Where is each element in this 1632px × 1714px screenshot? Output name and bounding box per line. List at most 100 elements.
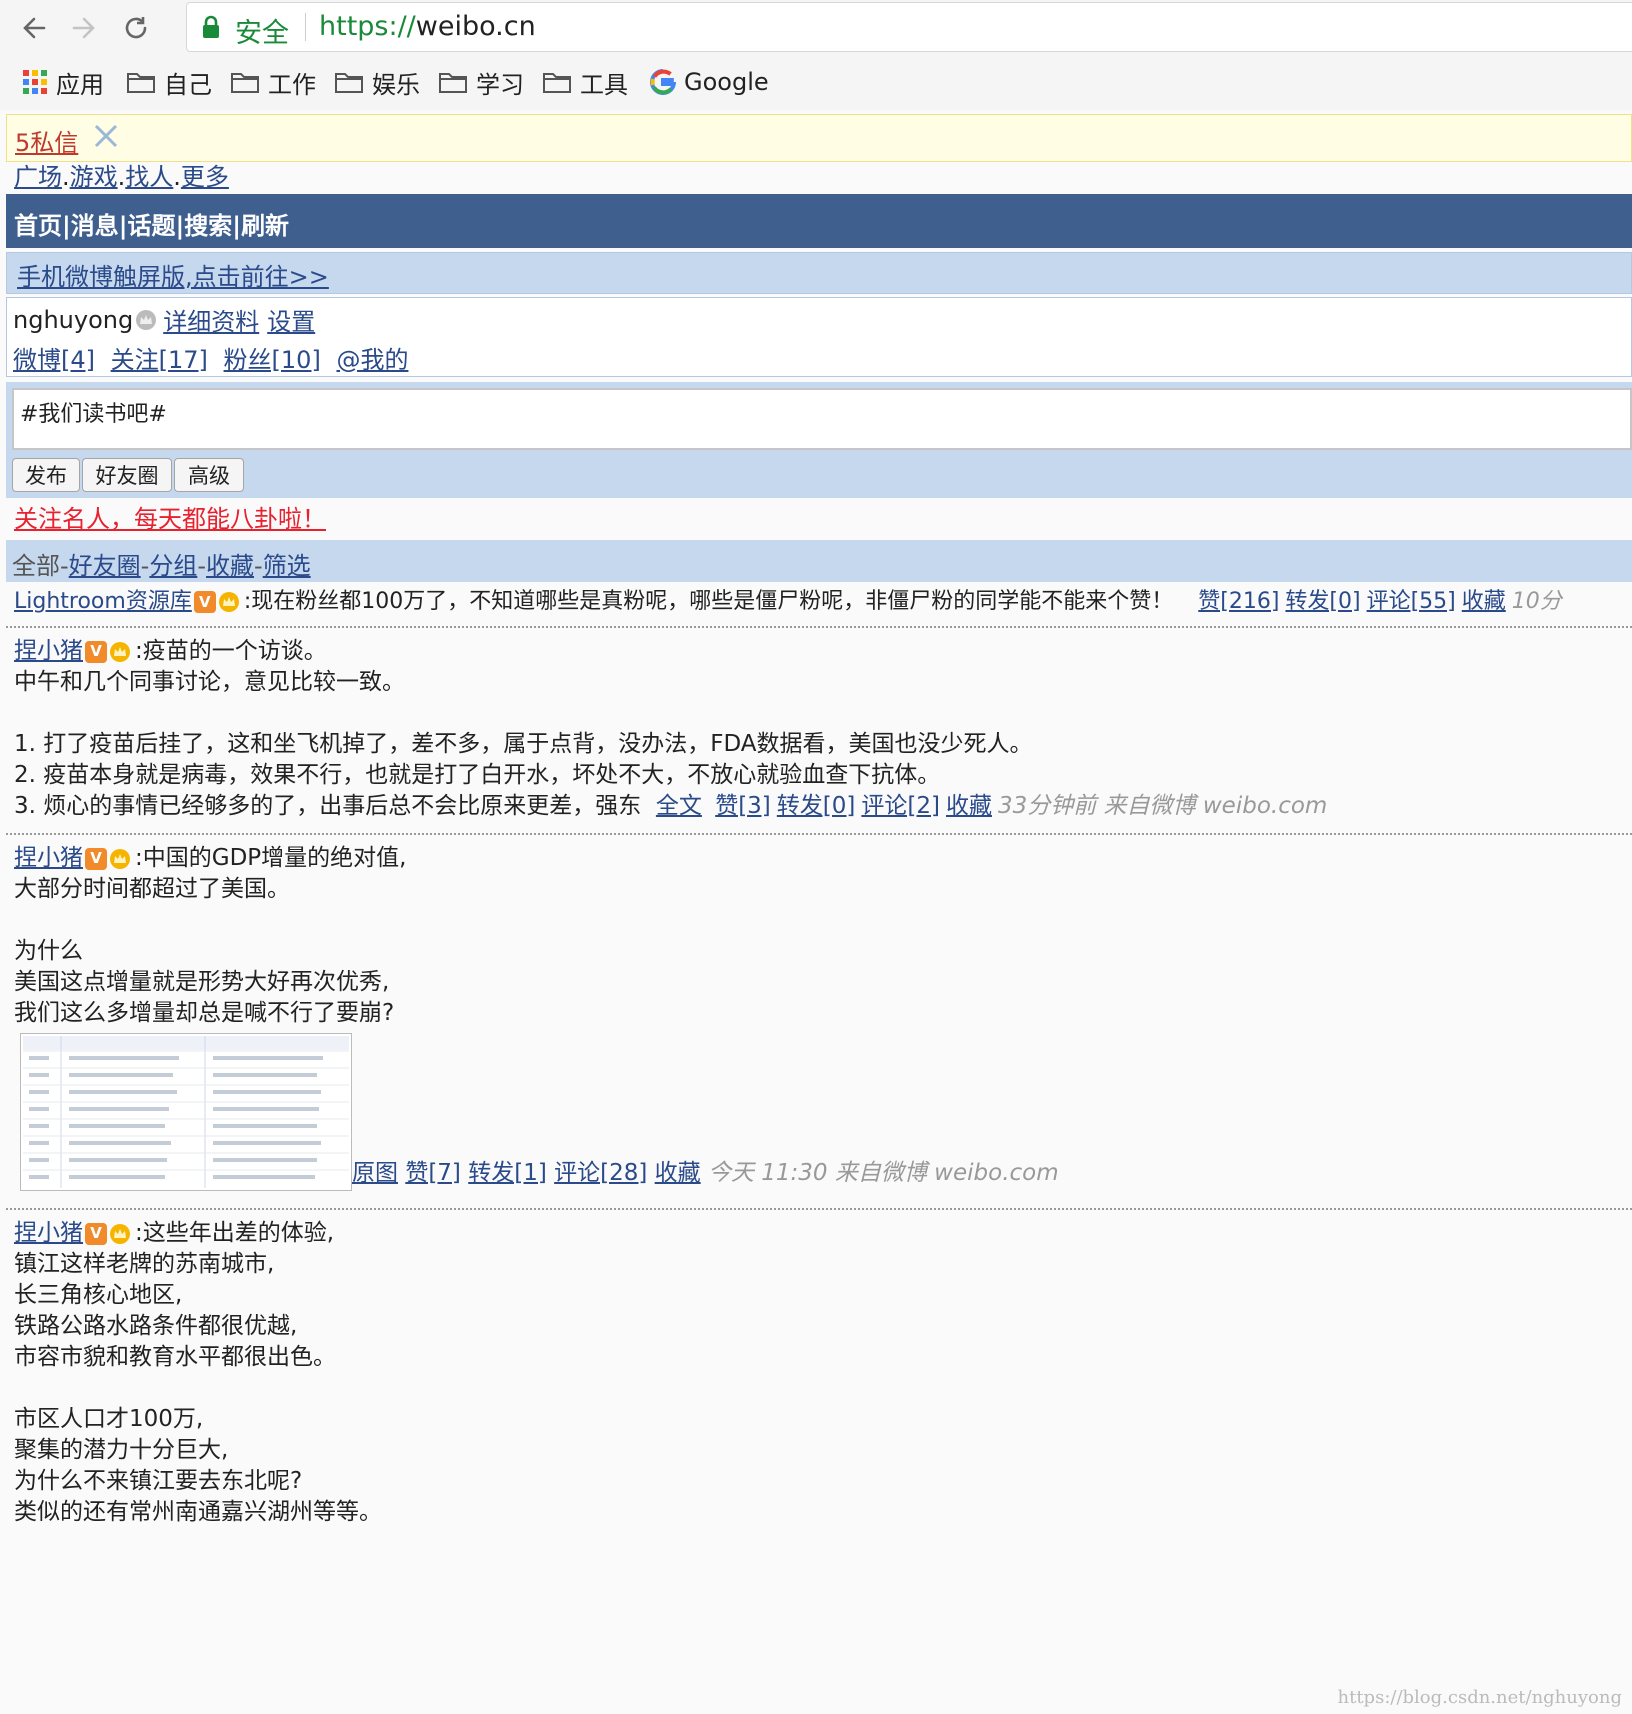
post-badges: V xyxy=(85,847,131,870)
filter-screen[interactable]: 筛选 xyxy=(263,552,311,580)
main-nav-bar: 首页|消息|话题|搜索|刷新 xyxy=(6,194,1632,248)
feed-item: 捏小猪 V:疫苗的一个访谈。 中午和几个同事讨论，意见比较一致。 1. 打了疫苗后… xyxy=(6,636,1632,822)
post-body: 捏小猪 V:疫苗的一个访谈。 中午和几个同事讨论，意见比较一致。 1. 打了疫苗后… xyxy=(6,636,1632,822)
profile-detail-link[interactable]: 详细资料 xyxy=(163,302,259,337)
private-message-link[interactable]: 5私信 xyxy=(15,123,78,158)
filter-groups[interactable]: 分组 xyxy=(149,552,197,580)
post-actions: 赞[216] 转发[0] 评论[55] 收藏 xyxy=(1198,589,1512,614)
feed-divider xyxy=(6,833,1632,835)
favorite-link[interactable]: 收藏 xyxy=(946,793,992,819)
folder-icon xyxy=(439,73,467,93)
url-scheme: https:// xyxy=(319,11,416,42)
nav-link-square[interactable]: 广场 xyxy=(14,163,62,191)
nav-link-more[interactable]: 更多 xyxy=(181,163,229,191)
comment-link[interactable]: 评论[2] xyxy=(861,793,940,819)
bookmark-label: 自己 xyxy=(164,70,212,99)
post-actions: 全文 赞[3] 转发[0] 评论[2] 收藏 xyxy=(656,793,998,819)
repost-link[interactable]: 转发[0] xyxy=(777,793,856,819)
close-icon[interactable] xyxy=(91,119,121,153)
stat-following-link[interactable]: 关注[17] xyxy=(111,346,208,374)
comment-link[interactable]: 评论[55] xyxy=(1367,589,1456,614)
post-author-link[interactable]: Lightroom资源库 xyxy=(14,589,192,614)
bookmark-label: 工具 xyxy=(580,70,628,99)
feed-divider xyxy=(6,626,1632,628)
original-image-link[interactable]: 原图 xyxy=(352,1160,398,1186)
repost-link[interactable]: 转发[0] xyxy=(1285,589,1360,614)
full-text-link[interactable]: 全文 xyxy=(656,793,702,819)
browser-chrome: 安全 https://weibo.cn 应用 自己 工作 娱乐 学习 工具 Go… xyxy=(0,0,1632,111)
crown-icon xyxy=(110,641,130,662)
friend-circle-button[interactable]: 好友圈 xyxy=(82,458,172,492)
bookmark-folder-entertainment[interactable]: 娱乐 xyxy=(334,64,420,100)
arrow-left-icon xyxy=(23,17,46,39)
post-line: 我们这么多增量却总是喊不行了要崩? xyxy=(14,1000,395,1026)
nav-sep: | xyxy=(62,212,71,240)
settings-link[interactable]: 设置 xyxy=(267,302,315,337)
nav-search[interactable]: 搜索 xyxy=(184,212,232,240)
reload-button[interactable] xyxy=(116,8,156,48)
filter-sep: - xyxy=(197,552,207,580)
post-line: 美国这点增量就是形势大好再次优秀, xyxy=(14,969,390,995)
verified-badge-icon: V xyxy=(85,847,107,870)
nav-home[interactable]: 首页 xyxy=(14,212,62,240)
nav-sep: . xyxy=(62,163,70,191)
like-link[interactable]: 赞[216] xyxy=(1198,589,1279,614)
url-text[interactable]: https://weibo.cn xyxy=(319,11,536,42)
profile-stats: 微博[4] 关注[17] 粉丝[10] @我的 xyxy=(13,340,416,375)
favorite-link[interactable]: 收藏 xyxy=(655,1160,701,1186)
nav-sep: | xyxy=(175,212,185,240)
compose-panel: #我们读书吧# 发布 好友圈 高级 xyxy=(6,382,1632,498)
nav-link-find-people[interactable]: 找人 xyxy=(125,163,173,191)
folder-icon xyxy=(127,73,155,93)
nav-sep: | xyxy=(232,212,242,240)
post-author-link[interactable]: 捏小猪 xyxy=(14,845,83,871)
sub-nav: 广场.游戏.找人.更多 xyxy=(14,160,229,194)
post-image-thumbnail[interactable] xyxy=(20,1033,352,1191)
bookmark-folder-tools[interactable]: 工具 xyxy=(542,64,628,100)
post-line: 为什么不来镇江要去东北呢? xyxy=(14,1468,303,1494)
nav-sep: . xyxy=(173,163,181,191)
forward-button[interactable] xyxy=(64,8,104,48)
bookmark-apps[interactable]: 应用 xyxy=(22,64,104,100)
favorite-link[interactable]: 收藏 xyxy=(1462,589,1506,614)
bookmark-google[interactable]: Google xyxy=(650,64,769,100)
post-line: 1. 打了疫苗后挂了，这和坐飞机掉了，差不多，属于点背，没办法，FDA数据看，美… xyxy=(14,731,1033,757)
touch-version-link[interactable]: 手机微博触屏版,点击前往>> xyxy=(17,257,329,292)
like-link[interactable]: 赞[3] xyxy=(715,793,771,819)
stat-weibo-link[interactable]: 微博[4] xyxy=(13,346,95,374)
nav-link-games[interactable]: 游戏 xyxy=(70,163,118,191)
repost-link[interactable]: 转发[1] xyxy=(468,1160,547,1186)
compose-textarea[interactable]: #我们读书吧# xyxy=(12,388,1632,450)
comment-link[interactable]: 评论[28] xyxy=(554,1160,647,1186)
stat-fans-link[interactable]: 粉丝[10] xyxy=(224,346,321,374)
post-line: :疫苗的一个访谈。 xyxy=(135,638,327,664)
address-bar[interactable]: 安全 https://weibo.cn xyxy=(186,2,1632,52)
back-button[interactable] xyxy=(14,8,54,48)
post-author-link[interactable]: 捏小猪 xyxy=(14,1220,83,1246)
weibo-page: 5私信 广场.游戏.找人.更多 首页|消息|话题|搜索|刷新 手机微博触屏版,点… xyxy=(0,110,1632,1714)
stat-mentions-link[interactable]: @我的 xyxy=(336,346,408,374)
bookmark-folder-self[interactable]: 自己 xyxy=(126,64,212,100)
profile-panel: nghuyong 详细资料 设置 微博[4] 关注[17] 粉丝[10] @我的 xyxy=(6,297,1632,377)
publish-button[interactable]: 发布 xyxy=(12,458,80,492)
filter-favorites[interactable]: 收藏 xyxy=(206,552,254,580)
filter-friend-circle[interactable]: 好友圈 xyxy=(69,552,141,580)
advanced-button[interactable]: 高级 xyxy=(174,458,244,492)
nav-refresh[interactable]: 刷新 xyxy=(241,212,289,240)
reload-icon xyxy=(125,17,147,39)
bookmark-label: 娱乐 xyxy=(372,70,420,99)
nav-messages[interactable]: 消息 xyxy=(71,212,119,240)
post-line: 大部分时间都超过了美国。 xyxy=(14,876,290,902)
nav-topics[interactable]: 话题 xyxy=(128,212,176,240)
bookmark-folder-study[interactable]: 学习 xyxy=(438,64,524,100)
bookmark-folder-work[interactable]: 工作 xyxy=(230,64,316,100)
promo-link[interactable]: 关注名人，每天都能八卦啦！ xyxy=(14,502,326,536)
verified-badge-icon: V xyxy=(85,1222,107,1245)
filter-current: 全部 xyxy=(12,552,60,580)
bookmarks-bar: 应用 自己 工作 娱乐 学习 工具 Google xyxy=(0,60,1632,104)
post-body: 捏小猪 V:中国的GDP增量的绝对值, 大部分时间都超过了美国。 为什么 美国这点… xyxy=(6,843,1632,1029)
post-author-link[interactable]: 捏小猪 xyxy=(14,638,83,664)
bookmark-label: 应用 xyxy=(56,70,104,99)
post-badges: V xyxy=(85,1222,131,1245)
like-link[interactable]: 赞[7] xyxy=(405,1160,461,1186)
